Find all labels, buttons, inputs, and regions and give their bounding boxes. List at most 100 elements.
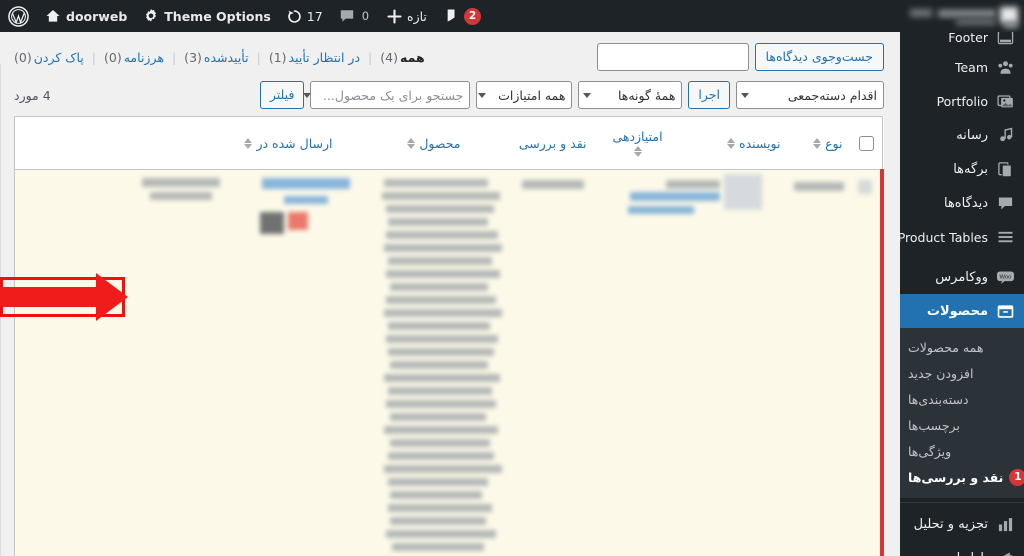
status-tab-label[interactable]: تأییدشده (204, 50, 249, 65)
adminbar-new-content[interactable]: تازه (379, 0, 435, 32)
comment-search-box: جست‌وجوی دیدگاه‌ها (596, 43, 884, 71)
product-search-select[interactable]: جستجو برای یک محصول... (302, 81, 471, 109)
sidebar-item-label: ووکامرس (935, 269, 988, 285)
apply-bulk-action-button[interactable]: اجرا (688, 81, 730, 109)
table-icon (995, 227, 1015, 247)
sidebar-item-team[interactable]: Team (900, 50, 1024, 84)
main-content: جست‌وجوی دیدگاه‌ها همه (4) | در انتظار ت… (0, 32, 900, 556)
select-all-checkbox-cell (850, 116, 882, 170)
chevron-down-icon (741, 92, 749, 98)
sort-indicator-icon[interactable] (727, 138, 736, 149)
submenu-item-all-products[interactable]: همه محصولات (900, 334, 1024, 360)
submenu-label: افزودن جدید (908, 365, 974, 381)
column-author[interactable]: نویسنده (680, 116, 789, 170)
submenu-item-attributes[interactable]: ویژگی‌ها (900, 438, 1024, 464)
products-submenu: همه محصولات افزودن جدید دسته‌بندی‌ها برچ… (900, 328, 1024, 498)
status-tab-label[interactable]: در انتظار تأیید (289, 50, 360, 65)
bulk-action-select[interactable]: اقدام دسته‌جمعی (736, 81, 884, 109)
submenu-item-reviews[interactable]: 1 نقد و بررسی‌ها (900, 464, 1024, 490)
status-tab-label[interactable]: همه (400, 50, 425, 65)
submenu-item-categories[interactable]: دسته‌بندی‌ها (900, 386, 1024, 412)
search-input[interactable] (596, 43, 749, 71)
status-tab-label[interactable]: هرزنامه (124, 50, 164, 65)
status-tab-label[interactable]: پاک کردن (34, 50, 84, 65)
sidebar-item-label: محصولات (926, 303, 988, 319)
table-header-row: نوع نویسنده امتیازدهی نقد و بررسی محصول … (14, 116, 882, 170)
theme-options-label: Theme Options (164, 8, 271, 24)
status-tab-all[interactable]: همه (4) (380, 50, 424, 65)
sidebar-item-analytics[interactable]: تجزیه و تحلیل (900, 507, 1024, 541)
reviews-table: نوع نویسنده امتیازدهی نقد و بررسی محصول … (14, 116, 884, 556)
adminbar-wp-logo[interactable] (0, 0, 37, 32)
updates-icon (287, 9, 302, 24)
search-comments-button[interactable]: جست‌وجوی دیدگاه‌ها (754, 43, 884, 71)
submenu-label: ویژگی‌ها (908, 443, 952, 459)
column-type[interactable]: نوع (788, 116, 851, 170)
column-rating[interactable]: امتیازدهی (594, 116, 681, 170)
sort-indicator-icon[interactable] (813, 138, 822, 149)
sidebar-item-woocommerce[interactable]: Woo ووکامرس (900, 260, 1024, 294)
adminbar-site-name[interactable]: doorweb (37, 0, 135, 32)
home-icon (45, 8, 61, 24)
filter-button[interactable]: فیلتر (259, 81, 305, 109)
bulk-action-value: اقدام دسته‌جمعی (787, 87, 877, 103)
table-body (14, 169, 884, 556)
column-product-label: محصول (419, 135, 461, 151)
sidebar-item-label: Footer (948, 32, 988, 45)
sidebar-item-comments[interactable]: دیدگاه‌ها (900, 186, 1024, 220)
submenu-item-tags[interactable]: برچسب‌ها (900, 412, 1024, 438)
adminbar-theme-options[interactable]: Theme Options (135, 0, 279, 32)
menu-divider (900, 502, 1024, 503)
adminbar-updates[interactable]: 17 (279, 0, 331, 32)
sidebar-item-label: تجزیه و تحلیل (913, 516, 988, 532)
comments-icon (995, 193, 1015, 213)
status-tab-count: (4) (380, 49, 398, 65)
site-name-redacted[interactable] (904, 0, 1024, 32)
updates-count: 17 (306, 8, 323, 24)
gear-icon (143, 8, 159, 24)
submenu-label: برچسب‌ها (908, 417, 960, 433)
table-row-redacted-content (14, 169, 884, 556)
status-tab-pending[interactable]: در انتظار تأیید (1) (269, 50, 360, 65)
admin-bar: 2 تازه 0 17 Theme Options doorweb (0, 0, 1024, 32)
sidebar-item-footer[interactable]: Footer (900, 32, 1024, 50)
content-edge (0, 64, 1, 556)
table-row[interactable] (14, 169, 884, 556)
type-filter-select[interactable]: همهٔ گونه‌ها (578, 81, 683, 109)
column-submitted-on-label: ارسال شده در (256, 135, 333, 151)
select-all-checkbox[interactable] (858, 136, 874, 151)
sidebar-item-label: برگه‌ها (953, 161, 988, 177)
type-filter-value: همهٔ گونه‌ها (617, 87, 676, 103)
sidebar-item-label: دیدگاه‌ها (943, 195, 988, 211)
sidebar-item-marketing[interactable]: بازاریابی (900, 541, 1024, 556)
submenu-item-add-new[interactable]: افزودن جدید (900, 360, 1024, 386)
sidebar-item-pages[interactable]: برگه‌ها (900, 152, 1024, 186)
chevron-down-icon (478, 92, 487, 98)
sort-indicator-icon[interactable] (407, 138, 416, 149)
sort-indicator-icon[interactable] (244, 138, 253, 149)
column-rating-label: امتیازدهی (612, 129, 663, 144)
flag-icon (443, 8, 459, 24)
column-submitted-on[interactable]: ارسال شده در (14, 116, 341, 170)
sidebar-item-label: رسانه (956, 127, 988, 143)
item-count-label: 4 مورد (14, 87, 51, 103)
column-product[interactable]: محصول (340, 116, 469, 170)
column-review-label: نقد و بررسی (518, 135, 587, 151)
new-content-label: تازه (407, 8, 427, 24)
sidebar-item-portfolio[interactable]: Portfolio (900, 84, 1024, 118)
status-tab-approved[interactable]: تأییدشده (3) (184, 50, 248, 65)
sidebar-item-products[interactable]: محصولات (900, 294, 1024, 328)
sort-indicator-icon[interactable] (633, 146, 642, 157)
pages-icon (995, 159, 1015, 179)
status-tab-count: (1) (268, 49, 287, 65)
table-header: نوع نویسنده امتیازدهی نقد و بررسی محصول … (14, 116, 882, 170)
sidebar-item-media[interactable]: رسانه (900, 118, 1024, 152)
search-and-status-row: جست‌وجوی دیدگاه‌ها همه (4) | در انتظار ت… (14, 32, 884, 74)
adminbar-notifications[interactable]: 2 (435, 0, 489, 32)
status-tab-trash[interactable]: پاک کردن (0) (14, 50, 84, 65)
comment-bubble-icon (339, 8, 355, 24)
sidebar-item-product-tables[interactable]: Product Tables (900, 220, 1024, 254)
rating-filter-select[interactable]: همه امتیازات (476, 81, 573, 109)
status-tab-spam[interactable]: هرزنامه (0) (104, 50, 164, 65)
adminbar-comments[interactable]: 0 (331, 0, 379, 32)
